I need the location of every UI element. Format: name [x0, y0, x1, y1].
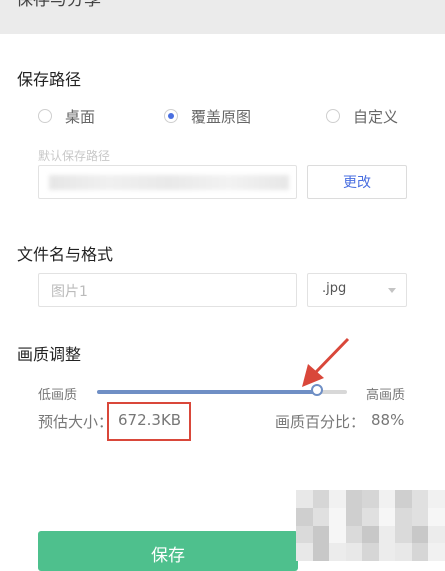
dialog-title: 保存与分享	[16, 0, 101, 10]
mosaic-block	[345, 507, 363, 526]
mosaic-block	[312, 525, 330, 544]
mosaic-block	[329, 525, 346, 544]
mosaic-block	[312, 490, 330, 508]
mosaic-block	[329, 543, 346, 561]
change-path-button[interactable]: 更改	[307, 165, 407, 199]
mosaic-block	[428, 543, 445, 561]
format-select[interactable]: .jpg	[307, 273, 407, 307]
radio-overwrite-label: 覆盖原图	[191, 107, 252, 126]
radio-custom[interactable]: 自定义	[326, 105, 398, 127]
mosaic-block	[411, 525, 429, 544]
mosaic-block	[296, 507, 313, 526]
mosaic-block	[395, 525, 412, 544]
mosaic-block	[345, 490, 363, 508]
radio-desktop-circle[interactable]	[38, 109, 52, 123]
mosaic-block	[378, 490, 396, 508]
default-path-label: 默认保存路径	[38, 149, 111, 163]
mosaic-block	[312, 507, 330, 526]
dialog-header: 保存与分享	[0, 0, 445, 34]
low-quality-label: 低画质	[38, 388, 78, 403]
radio-custom-circle[interactable]	[326, 109, 340, 123]
radio-overwrite-circle[interactable]	[164, 109, 178, 123]
mosaic-block	[329, 507, 346, 526]
mosaic-block	[296, 525, 313, 544]
quality-percent-value: 88%	[371, 411, 405, 429]
mosaic-block	[428, 525, 445, 544]
mosaic-block	[345, 525, 363, 544]
radio-custom-label: 自定义	[353, 107, 399, 126]
quality-title: 画质调整	[17, 345, 82, 364]
estimate-label: 预估大小：	[38, 413, 114, 431]
high-quality-label: 高画质	[366, 388, 406, 403]
radio-overwrite[interactable]: 覆盖原图	[164, 105, 251, 127]
mosaic-block	[362, 543, 379, 561]
slider-track-filled[interactable]	[97, 390, 317, 394]
mosaic-block	[411, 507, 429, 526]
mosaic-block	[428, 507, 445, 526]
annotation-highlight-box	[107, 402, 191, 441]
save-path-field[interactable]	[38, 165, 297, 199]
blurred-path	[49, 175, 289, 190]
radio-desktop[interactable]: 桌面	[38, 105, 95, 127]
mosaic-block	[378, 525, 396, 544]
mosaic-block	[395, 490, 412, 508]
mosaic-block	[362, 507, 379, 526]
radio-desktop-label: 桌面	[65, 107, 96, 126]
mosaic-block	[329, 490, 346, 508]
mosaic-block	[378, 543, 396, 561]
mosaic-block	[395, 507, 412, 526]
format-value: .jpg	[322, 281, 347, 296]
mosaic-block	[362, 490, 379, 508]
mosaic-block	[428, 490, 445, 508]
save-path-title: 保存路径	[17, 70, 82, 89]
mosaic-block	[345, 543, 363, 561]
mosaic-block	[411, 543, 429, 561]
mosaic-block	[312, 543, 330, 561]
annotation-arrow-icon	[302, 337, 350, 387]
save-button[interactable]: 保存	[38, 531, 298, 571]
mosaic-block	[378, 507, 396, 526]
mosaic-block	[296, 490, 313, 508]
quality-percent-label: 画质百分比：	[275, 413, 366, 431]
mosaic-block	[411, 490, 429, 508]
mosaic-watermark	[296, 490, 445, 561]
file-name-placeholder: 图片1	[51, 284, 88, 300]
chevron-down-icon	[388, 288, 396, 293]
file-name-input[interactable]: 图片1	[38, 273, 297, 307]
mosaic-block	[362, 525, 379, 544]
mosaic-block	[296, 543, 313, 561]
mosaic-block	[395, 543, 412, 561]
file-format-title: 文件名与格式	[17, 245, 114, 264]
